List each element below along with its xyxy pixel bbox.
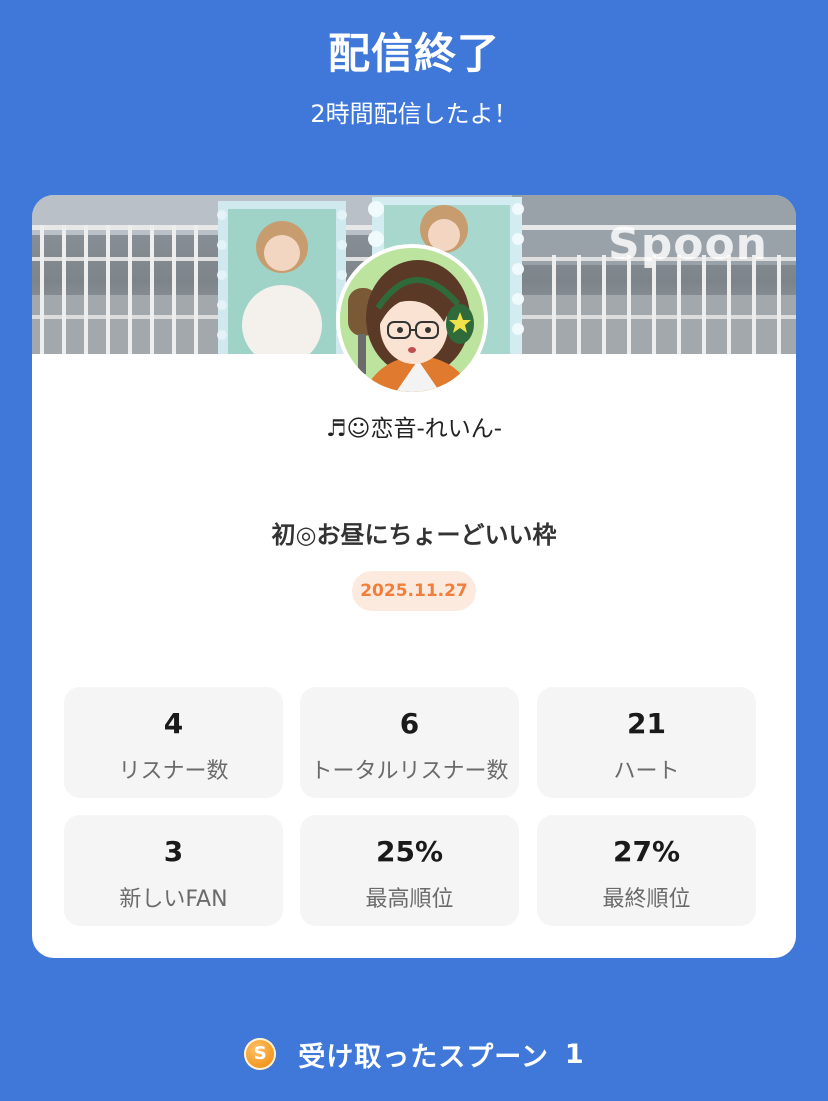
stat-value: 21 xyxy=(627,707,666,740)
spoon-logo: Spoon xyxy=(608,219,768,270)
stat-value: 25% xyxy=(375,835,444,868)
stat-label: 最高順位 xyxy=(365,887,454,912)
broadcast-summary-card: Spoon ♬☺︎恋音-れいん- 初◎お昼にちょーどいい枠 2025.11.27… xyxy=(32,195,796,958)
avatar[interactable] xyxy=(336,244,488,396)
received-spoons-label: 受け取ったスプーン xyxy=(298,1041,549,1073)
page-title: 配信終了 xyxy=(327,29,500,78)
stat-value: 27% xyxy=(612,835,681,868)
stat-best-rank: 25% 最高順位 xyxy=(300,815,519,926)
stat-total-listeners: 6 トータルリスナー数 xyxy=(300,687,519,798)
page-subtitle: 2時間配信したよ！ xyxy=(310,100,518,128)
stat-listeners: 4 リスナー数 xyxy=(64,687,283,798)
stat-value: 3 xyxy=(163,835,184,868)
stat-label: トータルリスナー数 xyxy=(310,759,509,784)
stat-hearts: 21 ハート xyxy=(537,687,756,798)
stat-label: 新しいFAN xyxy=(119,887,228,912)
received-spoons: S 受け取ったスプーン 1 xyxy=(0,1034,828,1074)
received-spoons-count: 1 xyxy=(564,1038,584,1070)
stat-label: 最終順位 xyxy=(602,887,691,912)
broadcast-title: 初◎お昼にちょーどいい枠 xyxy=(271,521,557,549)
spoon-coin-icon: S xyxy=(244,1038,277,1070)
avatar-illustration xyxy=(340,248,484,392)
stat-value: 4 xyxy=(163,707,184,740)
stat-new-fans: 3 新しいFAN xyxy=(64,815,283,926)
date-badge: 2025.11.27 xyxy=(352,571,476,611)
stat-value: 6 xyxy=(399,707,420,740)
stat-final-rank: 27% 最終順位 xyxy=(537,815,756,926)
username[interactable]: ♬☺︎恋音-れいん- xyxy=(32,409,796,443)
stat-label: ハート xyxy=(613,759,680,784)
stat-label: リスナー数 xyxy=(118,759,229,784)
